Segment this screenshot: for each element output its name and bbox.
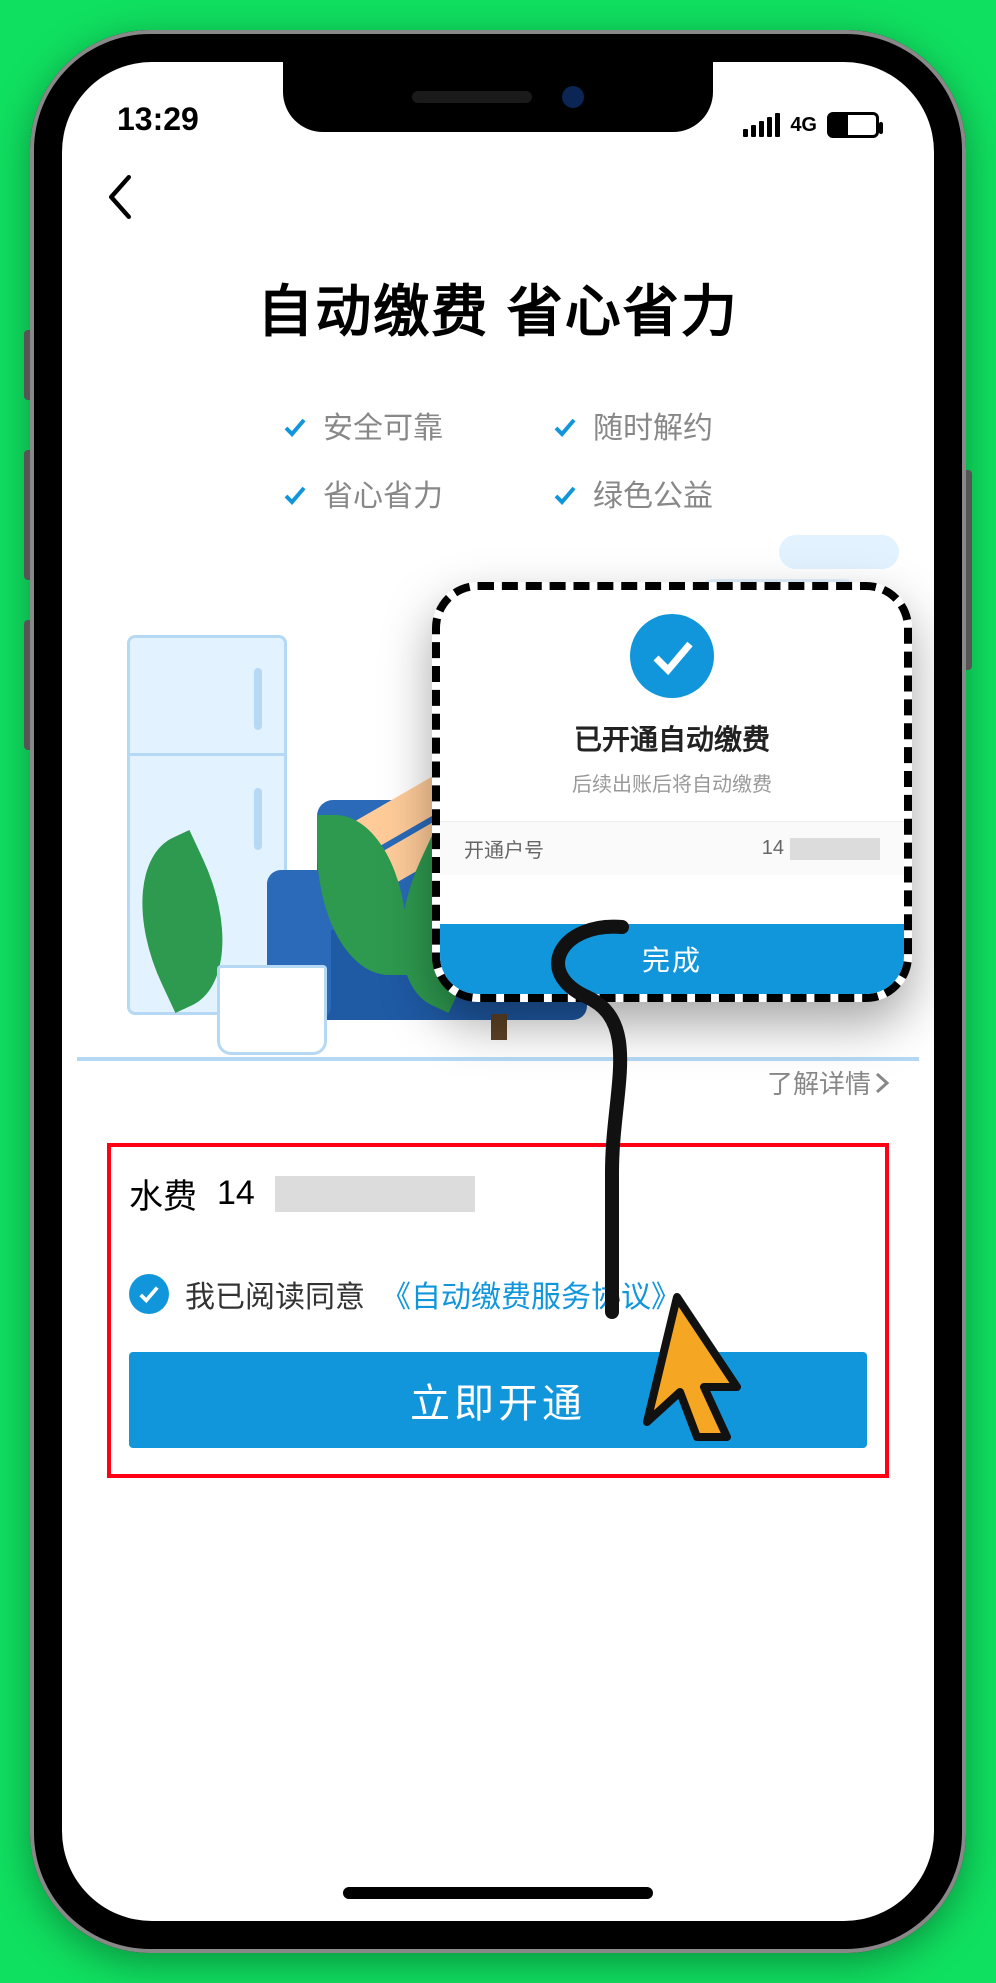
- volume-up-button: [24, 450, 30, 580]
- volume-down-button: [24, 620, 30, 750]
- popup-title: 已开通自动缴费: [574, 718, 770, 758]
- check-icon: [283, 481, 307, 505]
- success-popup: 已开通自动缴费 后续出账后将自动缴费 开通户号 14 完成: [432, 582, 912, 1002]
- activate-button[interactable]: 立即开通: [129, 1352, 867, 1448]
- back-button[interactable]: [97, 174, 143, 220]
- account-prefix: 14: [217, 1174, 255, 1213]
- nav-bar: [62, 152, 934, 242]
- mute-switch: [24, 330, 30, 400]
- power-button: [966, 470, 972, 670]
- chevron-right-icon: [875, 1072, 889, 1094]
- phone-frame: 13:29 4G 自动缴费 省心省力 安: [30, 30, 966, 1953]
- popup-account-label: 开通户号: [464, 834, 544, 863]
- notch: [283, 62, 713, 132]
- bill-type: 水费: [129, 1169, 197, 1218]
- status-network: 4G: [790, 114, 817, 137]
- popup-subtitle: 后续出账后将自动缴费: [572, 768, 772, 797]
- agreement-row: 我已阅读同意 《自动缴费服务协议》: [129, 1272, 867, 1316]
- popup-account-row: 开通户号 14: [440, 821, 904, 875]
- check-icon: [553, 481, 577, 505]
- feature-label: 安全可靠: [323, 403, 443, 447]
- agreement-text: 我已阅读同意: [185, 1272, 365, 1316]
- learn-more-label: 了解详情: [767, 1064, 871, 1101]
- popup-done-button[interactable]: 完成: [440, 924, 904, 994]
- chevron-left-icon: [106, 175, 134, 219]
- activation-panel: 水费 14 我已阅读同意 《自动缴费服务协议》 立即开通: [107, 1143, 889, 1478]
- feature-item: 安全可靠: [283, 403, 443, 447]
- check-icon: [553, 413, 577, 437]
- popup-account-redacted: [790, 838, 880, 860]
- account-redacted: [275, 1176, 475, 1212]
- signal-icon: [743, 113, 780, 137]
- home-indicator[interactable]: [343, 1887, 653, 1899]
- success-check-icon: [630, 614, 714, 698]
- popup-account-prefix: 14: [762, 837, 784, 860]
- check-icon: [138, 1283, 160, 1305]
- feature-label: 随时解约: [593, 403, 713, 447]
- account-row: 水费 14: [129, 1169, 867, 1218]
- status-time: 13:29: [117, 101, 199, 138]
- feature-label: 省心省力: [323, 471, 443, 515]
- feature-list: 安全可靠 省心省力 随时解约: [107, 403, 889, 515]
- battery-icon: [827, 112, 879, 138]
- screen: 13:29 4G 自动缴费 省心省力 安: [62, 62, 934, 1921]
- annotation-cursor-icon: [612, 1292, 742, 1442]
- feature-label: 绿色公益: [593, 471, 713, 515]
- check-icon: [283, 413, 307, 437]
- agreement-checkbox[interactable]: [129, 1274, 169, 1314]
- feature-item: 绿色公益: [553, 471, 713, 515]
- page-title: 自动缴费 省心省力: [107, 267, 889, 348]
- feature-item: 随时解约: [553, 403, 713, 447]
- learn-more-link[interactable]: 了解详情: [767, 1064, 889, 1101]
- feature-item: 省心省力: [283, 471, 443, 515]
